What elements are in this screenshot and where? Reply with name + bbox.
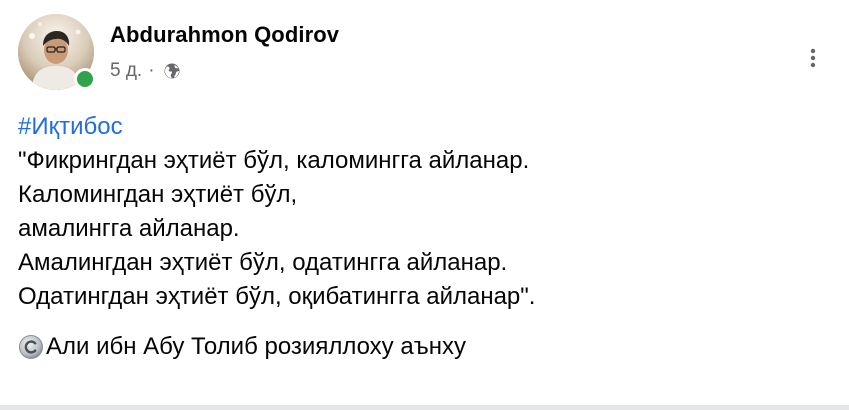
author-name[interactable]: Abdurahmon Qodirov — [110, 22, 339, 48]
hashtag-link[interactable]: #Иқтибос — [18, 113, 123, 140]
quote-line-3: амалингга айланар. — [18, 215, 240, 242]
post-meta: 5 д. · — [110, 60, 181, 82]
meta-separator: · — [148, 60, 155, 81]
hashtag-line: #Иқтибос — [18, 110, 829, 144]
post-time[interactable]: 5 д. — [110, 60, 142, 82]
globe-icon[interactable] — [163, 62, 181, 80]
post-header: Abdurahmon Qodirov 5 д. · — [18, 14, 818, 94]
source-attribution: Али ибн Абу Толиб розияллоху аънху — [18, 330, 829, 364]
quote-line-5: Одатингдан эҳтиёт бўл, оқибатингга айлан… — [18, 283, 536, 310]
online-status-dot — [74, 68, 96, 90]
copyright-icon — [19, 335, 43, 359]
author-avatar[interactable] — [18, 14, 96, 90]
post-card: Abdurahmon Qodirov 5 д. · #Иқтибос "Фикр… — [0, 0, 849, 410]
post-body: #Иқтибос "Фикрингдан эҳтиёт бўл, каломин… — [18, 110, 829, 364]
post-divider — [0, 405, 849, 410]
quote-line-2: Каломингдан эҳтиёт бўл, — [18, 181, 298, 208]
more-options-icon[interactable] — [810, 48, 816, 68]
quote-line-4: Амалингдан эҳтиёт бўл, одатингга айланар… — [18, 249, 508, 276]
source-text: Али ибн Абу Толиб розияллоху аънху — [46, 333, 466, 360]
quote-line-1: "Фикрингдан эҳтиёт бўл, каломингга айлан… — [18, 147, 530, 174]
